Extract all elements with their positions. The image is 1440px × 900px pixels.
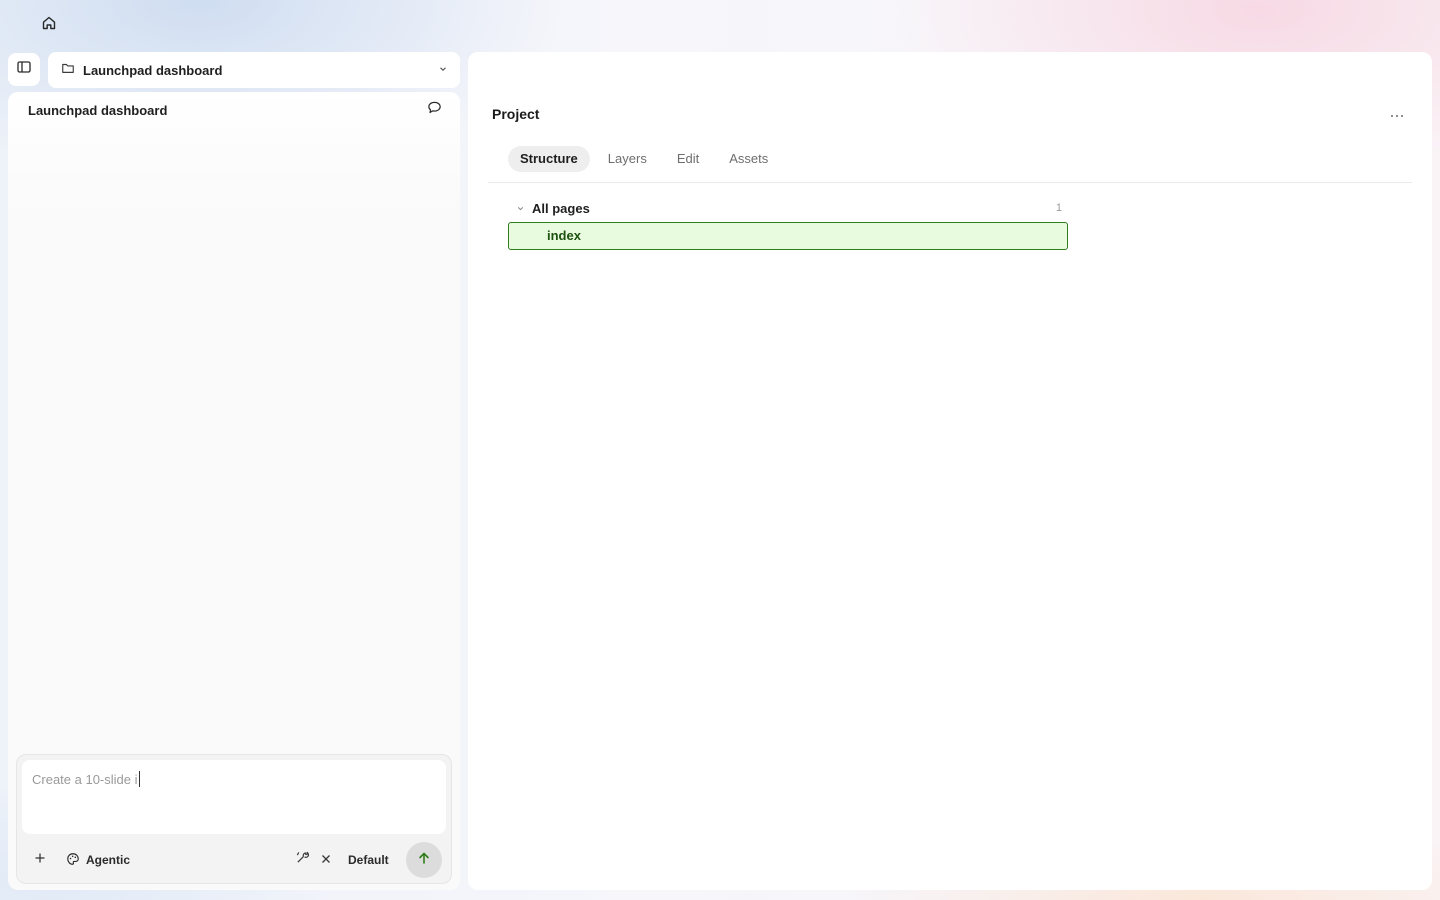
send-button[interactable]: [406, 842, 442, 878]
more-options-button[interactable]: [1384, 104, 1410, 124]
tab-bar: Structure Layers Edit Assets: [508, 146, 786, 172]
tool-button[interactable]: [292, 850, 312, 870]
divider: [488, 182, 1412, 183]
tab-layers[interactable]: Layers: [596, 146, 659, 172]
tree-group-all-pages[interactable]: All pages 1: [510, 198, 1068, 218]
tree-group-label: All pages: [532, 200, 590, 216]
tab-edit[interactable]: Edit: [665, 146, 711, 172]
home-icon: [41, 15, 57, 36]
close-icon: [321, 851, 331, 869]
page-title: Project: [492, 106, 540, 122]
prompt-input-text: Create a 10-slide i: [32, 772, 138, 787]
tree-item-index[interactable]: index: [508, 222, 1068, 250]
message-icon: [427, 100, 442, 120]
model-selector-button[interactable]: Default: [344, 850, 393, 870]
project-panel: [468, 52, 1432, 890]
chat-title: Launchpad dashboard: [28, 103, 168, 118]
mode-label: Agentic: [86, 853, 131, 867]
mode-selector-button[interactable]: Agentic: [62, 849, 134, 871]
add-attachment-button[interactable]: [30, 850, 50, 870]
more-horizontal-icon: [1390, 105, 1404, 123]
comment-button[interactable]: [424, 100, 444, 120]
sidebar-toggle-icon: [16, 59, 32, 80]
tree-group-count: 1: [1055, 202, 1062, 214]
folder-icon: [61, 61, 75, 80]
tool-icon: [295, 850, 310, 870]
sidebar-toggle-button[interactable]: [8, 53, 40, 86]
palette-icon: [66, 852, 80, 869]
home-button[interactable]: [36, 12, 62, 38]
chevron-down-icon: [438, 61, 448, 79]
tab-assets[interactable]: Assets: [717, 146, 780, 172]
chevron-down-icon: [510, 204, 530, 213]
text-caret: [138, 771, 140, 787]
arrow-up-icon: [417, 851, 431, 870]
clear-button[interactable]: [317, 850, 335, 870]
prompt-input[interactable]: Create a 10-slide i: [22, 760, 446, 834]
project-selector[interactable]: Launchpad dashboard: [48, 52, 460, 88]
plus-icon: [34, 851, 46, 869]
project-selector-label: Launchpad dashboard: [83, 62, 223, 78]
tab-structure[interactable]: Structure: [508, 146, 590, 172]
